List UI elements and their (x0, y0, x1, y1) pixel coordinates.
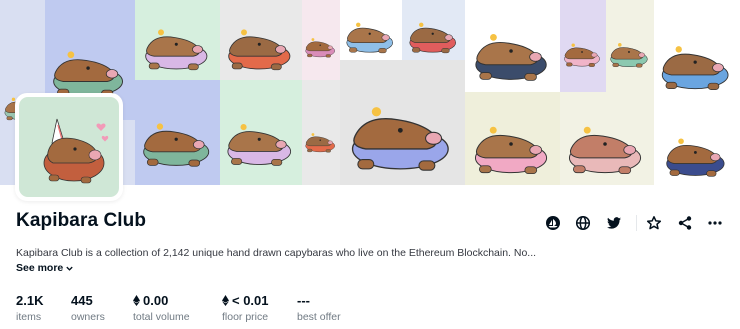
stat-items-label: items (16, 311, 42, 323)
stat-total-volume-value: 0.00 (143, 292, 169, 308)
banner-tile (220, 80, 302, 185)
banner-tile (654, 110, 740, 185)
banner-tile (654, 0, 740, 110)
avatar-image (19, 97, 119, 197)
capybara-illustration (302, 30, 340, 62)
stat-owners[interactable]: 445 owners (71, 292, 105, 324)
capybara-illustration (340, 79, 465, 185)
stat-items-value: 2.1K (16, 292, 44, 308)
stat-owners-label: owners (71, 311, 105, 323)
collection-description: Kapibara Club is a collection of 2,142 u… (16, 247, 537, 259)
stat-total-volume[interactable]: 0.00 total volume (133, 292, 190, 323)
ethereum-icon (133, 294, 140, 306)
banner-tile (220, 0, 302, 80)
capybara-illustration (402, 9, 465, 60)
capybara-illustration (220, 106, 302, 176)
stat-floor-price-label: floor price (222, 311, 269, 323)
capybara-illustration (465, 14, 560, 92)
capybara-illustration (606, 33, 654, 74)
actions-divider (636, 215, 637, 231)
capybara-illustration (657, 122, 737, 185)
banner-tile (402, 0, 465, 60)
capybara-illustration (302, 125, 340, 157)
see-more-button[interactable]: See more (16, 262, 74, 274)
stat-best-offer[interactable]: --- best offer (297, 292, 341, 324)
website-globe-icon[interactable] (573, 213, 593, 233)
capybara-avatar-illustration (43, 118, 109, 184)
stat-items[interactable]: 2.1K items (16, 292, 44, 324)
banner-tile (302, 80, 340, 185)
share-icon[interactable] (675, 213, 695, 233)
capybara-illustration (560, 106, 654, 185)
banner-tile (560, 0, 606, 92)
stat-best-offer-value: --- (297, 292, 310, 308)
capybara-illustration (220, 12, 302, 80)
stat-best-offer-label: best offer (297, 311, 341, 323)
opensea-link-icon[interactable] (543, 213, 563, 233)
capybara-illustration (560, 34, 606, 73)
banner-tile (340, 0, 402, 60)
stat-floor-price-value: < 0.01 (232, 292, 269, 308)
stat-total-volume-label: total volume (133, 311, 190, 323)
banner-tile (465, 92, 560, 185)
banner-tile (340, 60, 465, 185)
banner-tile (560, 92, 654, 185)
banner-tile (302, 0, 340, 80)
capybara-illustration (465, 106, 560, 185)
capybara-illustration (654, 27, 740, 100)
more-options-icon[interactable] (705, 213, 725, 233)
stat-owners-value: 445 (71, 292, 93, 308)
banner-tile (135, 0, 220, 80)
watchlist-star-icon[interactable] (644, 213, 664, 233)
chevron-down-icon (66, 266, 73, 271)
ethereum-icon (222, 294, 229, 306)
banner-tile (135, 80, 220, 185)
banner-tile (465, 0, 560, 92)
capybara-illustration (135, 12, 220, 80)
banner-tile (606, 0, 654, 92)
stat-floor-price[interactable]: < 0.01 floor price (222, 292, 269, 323)
twitter-icon[interactable] (604, 213, 624, 233)
capybara-illustration (135, 105, 220, 177)
collection-title: Kapibara Club (16, 210, 147, 231)
capybara-illustration (340, 9, 402, 60)
collection-avatar[interactable] (15, 93, 123, 201)
see-more-label: See more (16, 262, 64, 274)
